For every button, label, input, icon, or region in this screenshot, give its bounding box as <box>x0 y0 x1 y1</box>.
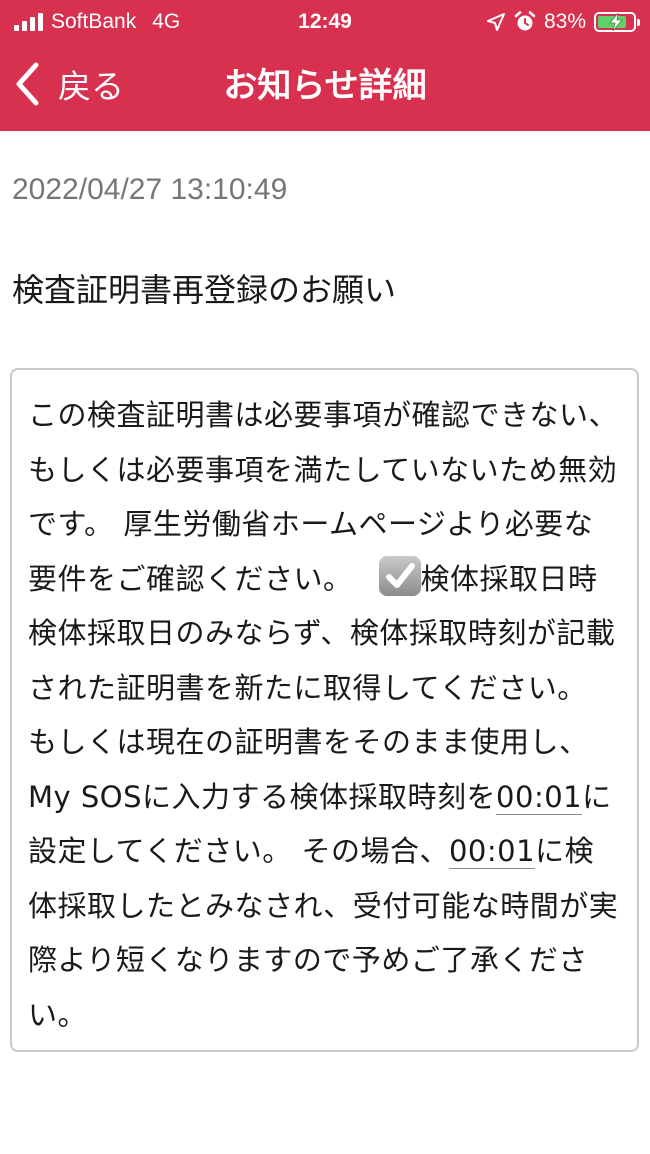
page-title: お知らせ詳細 <box>223 66 427 106</box>
time-value-1[interactable]: 00:01 <box>496 779 583 815</box>
notice-body-text: この検査証明書は必要事項が確認できない、もしくは必要事項を満たしていないため無効… <box>28 388 621 1042</box>
status-bar: SoftBank 4G 12:49 83% <box>0 0 650 44</box>
navigation-bar: 戻る お知らせ詳細 <box>0 50 650 120</box>
battery-cap <box>637 19 640 26</box>
app-header: SoftBank 4G 12:49 83% 戻る お知らせ詳細 <box>0 0 650 131</box>
body-text-part2: 検体採取日時 検体採取日のみならず、検体採取時刻が記載された証明書を新たに取得し… <box>28 561 616 814</box>
location-arrow-icon <box>486 13 505 31</box>
notice-body-box[interactable]: この検査証明書は必要事項が確認できない、もしくは必要事項を満たしていないため無効… <box>10 368 639 1052</box>
charging-bolt-icon <box>609 13 623 31</box>
status-right: 83% <box>486 8 640 36</box>
heavy-check-mark-icon <box>378 555 421 596</box>
battery-icon <box>594 12 640 32</box>
notice-datetime: 2022/04/27 13:10:49 <box>12 173 288 206</box>
time-value-2[interactable]: 00:01 <box>448 834 536 869</box>
alarm-clock-icon <box>514 11 536 31</box>
notice-subject: 検査証明書再登録のお願い <box>12 271 397 309</box>
battery-percent: 83% <box>543 10 586 33</box>
